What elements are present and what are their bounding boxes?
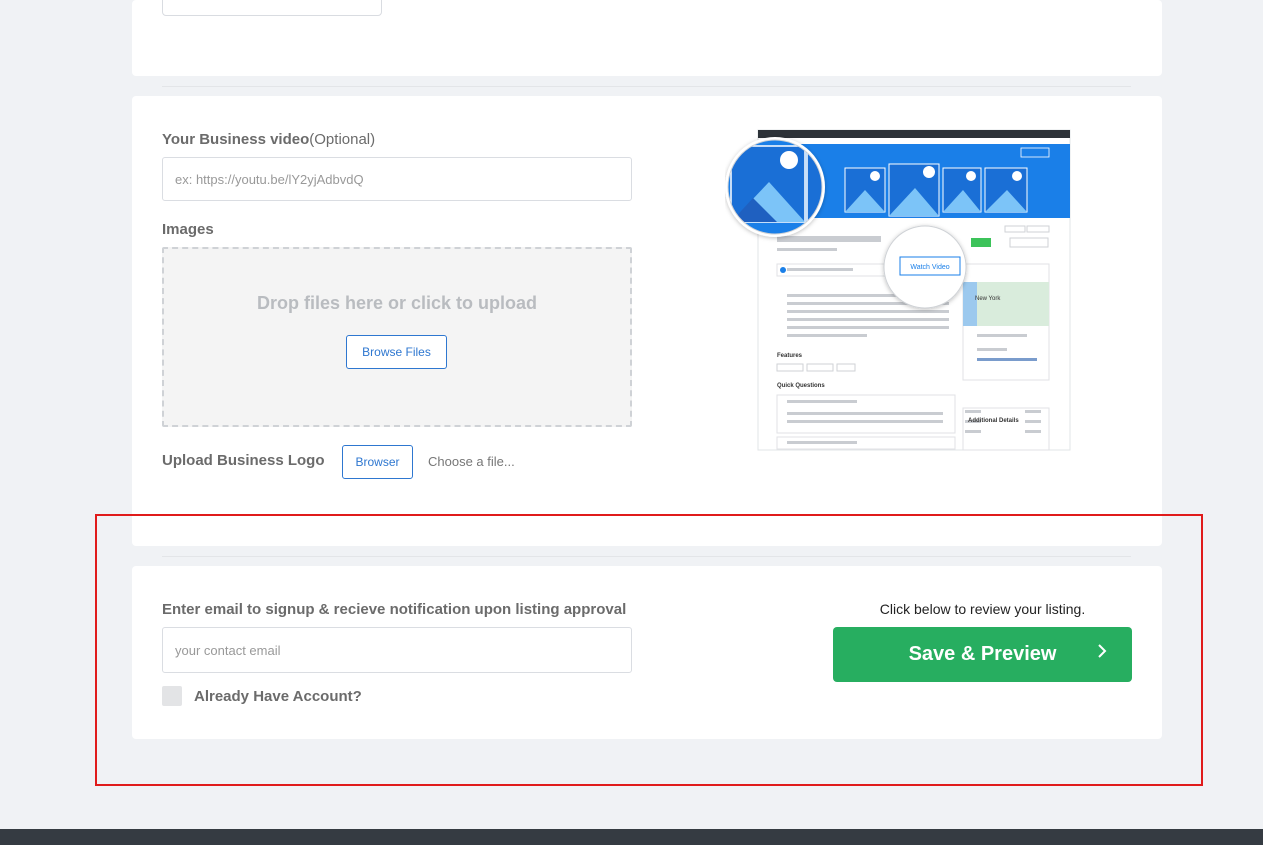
listing-preview-illustration: New York Additional Details Features Qui… bbox=[725, 129, 1071, 451]
logo-file-text: Choose a file... bbox=[428, 454, 515, 469]
image-dropzone[interactable]: Drop files here or click to upload Brows… bbox=[162, 247, 632, 427]
previous-field-input[interactable] bbox=[162, 0, 382, 16]
images-label: Images bbox=[162, 221, 214, 238]
video-url-placeholder: ex: https://youtu.be/lY2yjAdbvdQ bbox=[175, 171, 364, 187]
video-label: Your Business video(Optional) bbox=[162, 131, 376, 148]
browse-files-button[interactable]: Browse Files bbox=[346, 335, 447, 369]
logo-label: Upload Business Logo bbox=[162, 452, 325, 469]
section-divider bbox=[162, 86, 1131, 87]
highlight-box bbox=[95, 514, 1203, 786]
page-footer bbox=[0, 829, 1263, 845]
video-url-input[interactable]: ex: https://youtu.be/lY2yjAdbvdQ bbox=[162, 157, 632, 201]
preview-watch-video: Watch Video bbox=[910, 264, 949, 271]
preview-features: Features bbox=[777, 353, 803, 359]
svg-text:New York: New York bbox=[975, 296, 1001, 302]
logo-browse-button[interactable]: Browser bbox=[342, 445, 413, 479]
preview-additional-details: Additional Details bbox=[968, 418, 1019, 424]
dropzone-text: Drop files here or click to upload bbox=[256, 293, 538, 313]
preview-quick-questions: Quick Questions bbox=[777, 383, 825, 389]
